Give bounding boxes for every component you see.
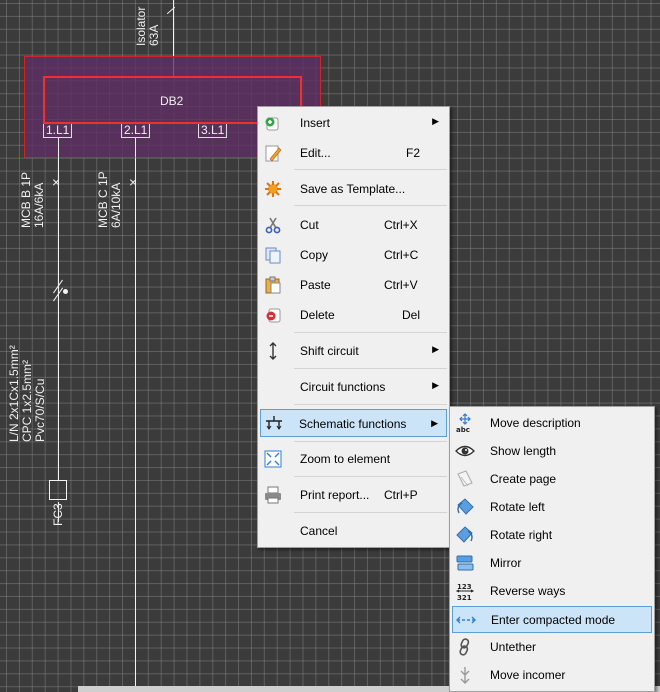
menu-separator: [294, 169, 447, 170]
submenu-item-rotate-left[interactable]: Rotate left: [452, 494, 652, 520]
menu-separator: [294, 332, 447, 333]
menu-item-delete[interactable]: Delete Del: [260, 302, 447, 328]
untether-icon: [455, 637, 475, 657]
final-circuit-box[interactable]: [49, 480, 67, 500]
insert-icon: [263, 113, 283, 133]
create-page-icon: [455, 469, 475, 489]
reverse-ways-icon: 123 321: [455, 581, 475, 602]
menu-item-cut[interactable]: Cut Ctrl+X: [260, 212, 447, 238]
edit-icon: [263, 143, 283, 163]
menu-item-save-template[interactable]: Save as Template...: [260, 176, 447, 202]
mcb-b-label: MCB B 1P 16A/6kA: [19, 171, 46, 228]
menu-item-shift-circuit[interactable]: Shift circuit ▶: [260, 338, 447, 364]
compact-icon: [456, 610, 476, 630]
submenu-arrow-icon: ▶: [432, 344, 439, 354]
way-2[interactable]: 2.L1: [121, 124, 151, 138]
menu-separator: [294, 404, 447, 405]
schematic-functions-submenu: abc Move description Show length Create …: [449, 406, 655, 692]
save-template-icon: [263, 179, 283, 199]
circuit-2-wire[interactable]: [135, 138, 136, 692]
menu-item-edit[interactable]: Edit... F2: [260, 140, 447, 166]
switch-dot: [63, 289, 68, 294]
mcb-c-label: MCB C 1P 6A/10kA: [96, 171, 123, 228]
menu-separator: [294, 368, 447, 369]
cable-label: L/N 2x1Cx1.5mm² CPC 1x2.5mm² Pvc70/S/Cu: [7, 345, 47, 442]
rotate-left-icon: [455, 497, 475, 517]
delete-icon: [263, 305, 283, 325]
eye-icon: [455, 441, 475, 461]
shift-icon: [263, 341, 283, 361]
isolator-label: Isolator 63A: [134, 6, 161, 46]
fc3-label: FC3: [51, 503, 65, 526]
mcb-c-cross: ×: [129, 174, 138, 190]
submenu-item-move-description[interactable]: abc Move description: [452, 410, 652, 436]
submenu-arrow-icon: ▶: [432, 380, 439, 390]
scissors-icon: [263, 215, 283, 235]
menu-separator: [294, 476, 447, 477]
move-description-icon: abc: [455, 413, 475, 434]
way-1[interactable]: 1.L1: [43, 124, 73, 138]
menu-separator: [294, 512, 447, 513]
menu-item-copy[interactable]: Copy Ctrl+C: [260, 242, 447, 268]
menu-separator: [294, 205, 447, 206]
rotate-right-icon: [455, 525, 475, 545]
db2-title: DB2: [160, 94, 184, 108]
submenu-item-move-incomer[interactable]: Move incomer: [452, 662, 652, 688]
svg-text:abc: abc: [456, 426, 470, 433]
submenu-item-untether[interactable]: Untether: [452, 634, 652, 660]
submenu-arrow-icon: ▶: [431, 418, 438, 428]
zoom-icon: [263, 449, 283, 469]
menu-separator: [294, 441, 447, 442]
svg-text:123: 123: [457, 583, 472, 591]
submenu-item-rotate-right[interactable]: Rotate right: [452, 522, 652, 548]
menu-item-zoom-to-element[interactable]: Zoom to element: [260, 446, 447, 472]
schematic-icon: [264, 413, 284, 433]
mcb-b-cross: ×: [52, 174, 61, 190]
submenu-arrow-icon: ▶: [432, 116, 439, 126]
svg-text:321: 321: [457, 594, 472, 601]
context-menu: Insert ▶ Edit... F2 Save as Template... …: [257, 106, 450, 548]
menu-item-circuit-functions[interactable]: Circuit functions ▶: [260, 374, 447, 400]
paste-icon: [263, 275, 283, 295]
way-3[interactable]: 3.L1: [198, 124, 228, 138]
copy-icon: [263, 245, 283, 265]
menu-item-insert[interactable]: Insert ▶: [260, 110, 447, 136]
menu-item-schematic-functions[interactable]: Schematic functions ▶: [260, 409, 447, 437]
submenu-item-enter-compacted-mode[interactable]: Enter compacted mode: [452, 606, 652, 633]
submenu-item-mirror[interactable]: Mirror: [452, 550, 652, 576]
submenu-item-show-length[interactable]: Show length: [452, 438, 652, 464]
menu-item-print-report[interactable]: Print report... Ctrl+P: [260, 482, 447, 508]
submenu-item-reverse-ways[interactable]: 123 321 Reverse ways: [452, 578, 652, 604]
printer-icon: [263, 485, 283, 505]
mirror-icon: [455, 553, 475, 573]
menu-item-paste[interactable]: Paste Ctrl+V: [260, 272, 447, 298]
move-incomer-icon: [455, 665, 475, 685]
submenu-item-create-page[interactable]: Create page: [452, 466, 652, 492]
menu-item-cancel[interactable]: Cancel: [260, 518, 447, 544]
